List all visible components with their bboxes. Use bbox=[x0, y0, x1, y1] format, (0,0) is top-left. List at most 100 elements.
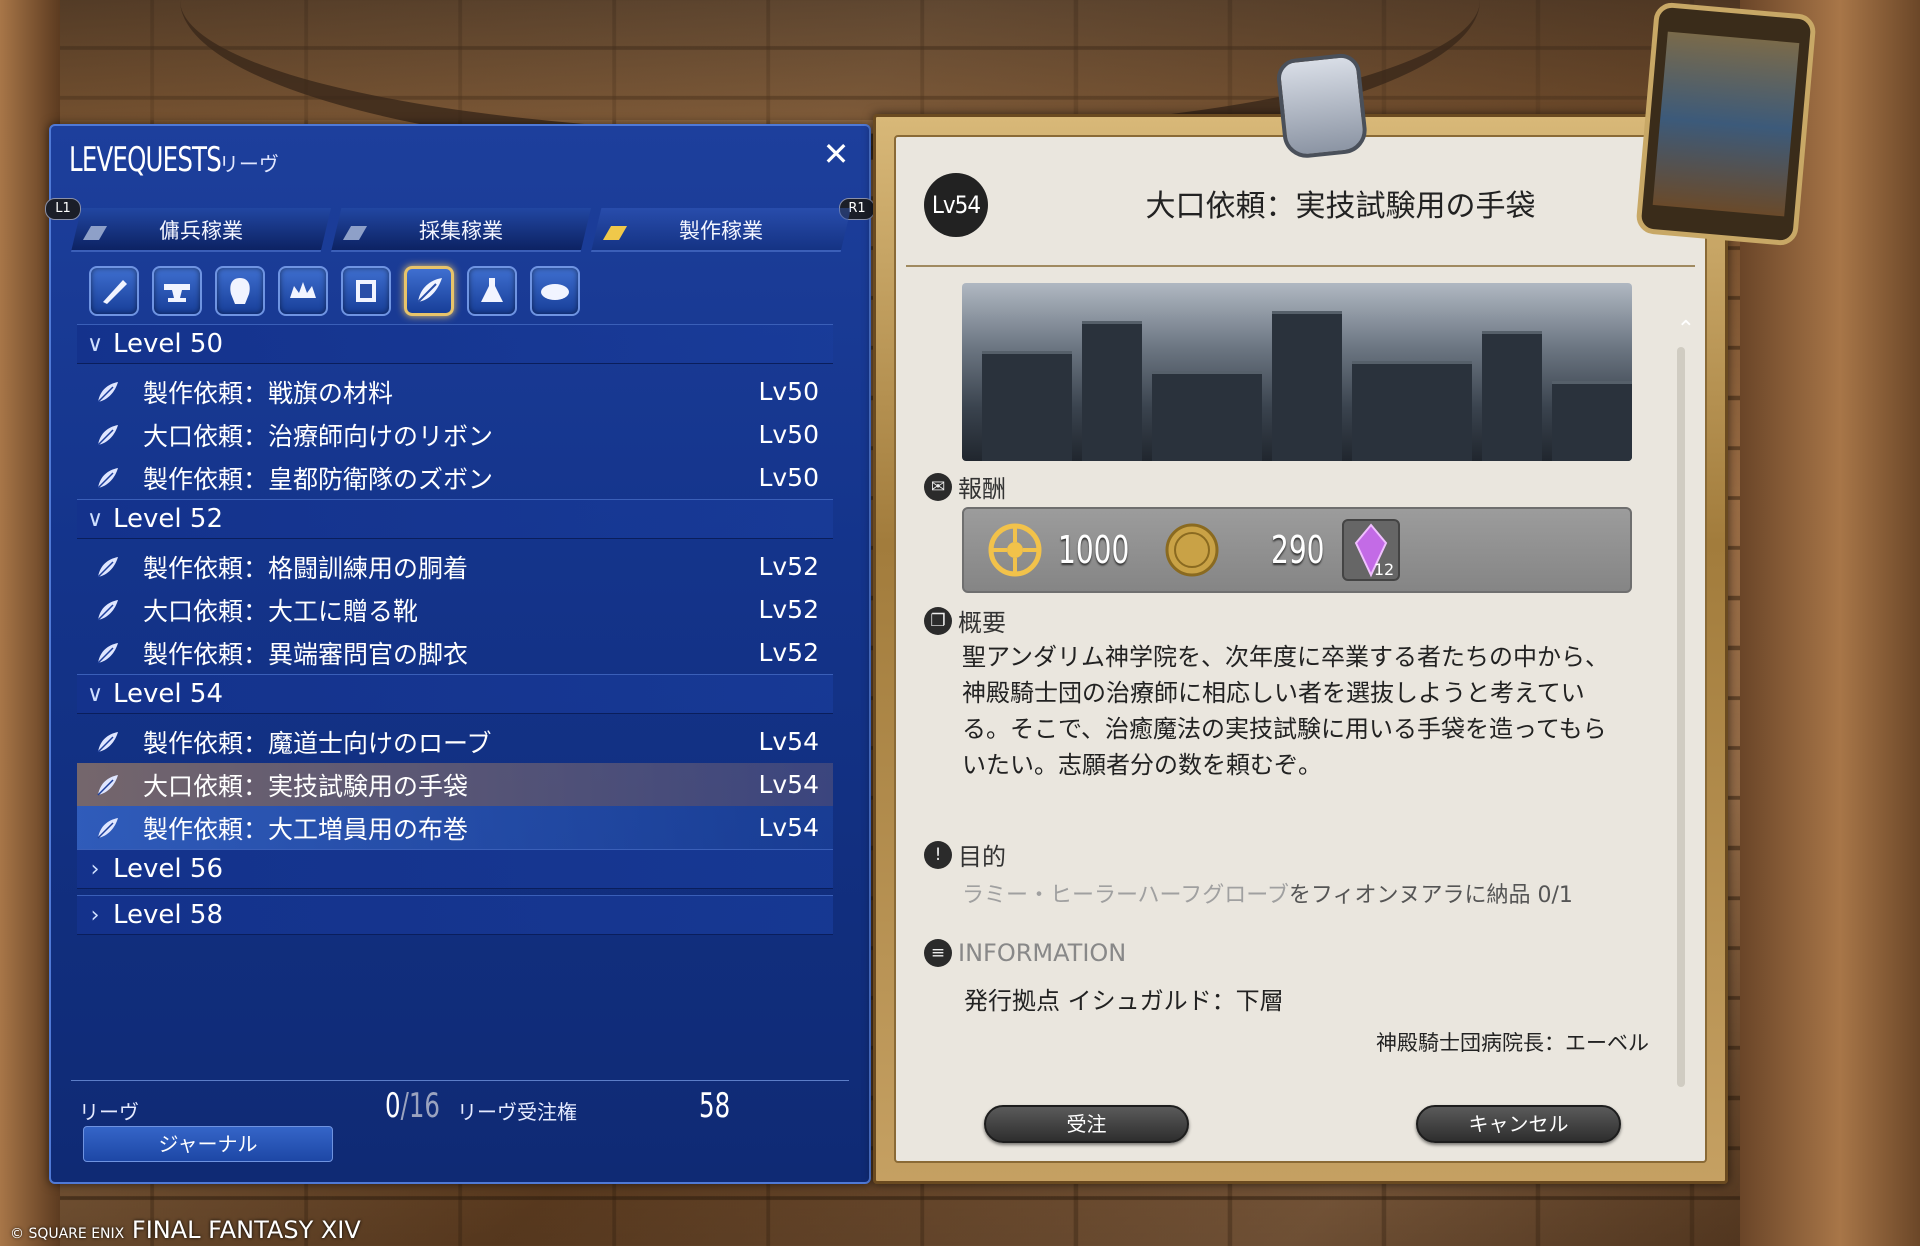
chevron-down-icon: ∨ bbox=[86, 331, 104, 357]
leve-row[interactable]: 製作依頼：皇都防衛隊のズボン Lv50 bbox=[77, 456, 833, 499]
chevron-down-icon: ∨ bbox=[86, 506, 104, 532]
crystal-reward[interactable]: 12 bbox=[1342, 519, 1401, 581]
leve-name: 製作依頼：異端審問官の脚衣 bbox=[143, 639, 469, 669]
leve-name: 製作依頼：格闘訓練用の胴着 bbox=[143, 553, 469, 583]
leve-level: Lv50 bbox=[758, 463, 819, 492]
leve-card-crest-icon bbox=[1275, 51, 1369, 161]
issuing-location: 発行拠点 イシュガルド：下層 bbox=[964, 987, 1284, 1015]
leve-level: Lv54 bbox=[758, 770, 819, 799]
journal-button[interactable]: ジャーナル bbox=[83, 1126, 333, 1162]
leve-location-image bbox=[962, 283, 1632, 461]
culinarian-icon[interactable] bbox=[530, 266, 580, 316]
objective-text: ラミー・ヒーラーハーフグローブをフィオンヌアラに納品 0/1 bbox=[962, 877, 1573, 909]
leve-level: Lv50 bbox=[758, 420, 819, 449]
levequests-window: LEVEQUESTS リーヴ ✕ L1 R1 傭兵稼業 採集稼業 製作稼業 ∨ L… bbox=[45, 124, 875, 1184]
leve-level: Lv52 bbox=[758, 552, 819, 581]
leve-row[interactable]: 大口依頼：治療師向けのリボン Lv50 bbox=[77, 413, 833, 456]
weaver-leve-icon bbox=[97, 381, 118, 403]
weaver-leve-icon bbox=[97, 467, 118, 489]
tab-label: 傭兵稼業 bbox=[159, 219, 243, 243]
scrollbar[interactable] bbox=[1677, 347, 1685, 1087]
reward-header: ✉ 報酬 bbox=[924, 469, 1006, 504]
scroll-up-icon[interactable]: ⌃ bbox=[1677, 317, 1695, 342]
chevron-down-icon: ∨ bbox=[86, 681, 104, 707]
weaver-leve-icon bbox=[97, 731, 118, 753]
tab-marker-icon bbox=[342, 226, 368, 240]
crystal-count: 12 bbox=[1373, 560, 1395, 579]
document-icon: ≡ bbox=[924, 939, 952, 967]
reward-label: 報酬 bbox=[958, 475, 1006, 503]
summary-header: ❐ 概要 bbox=[924, 603, 1006, 638]
cancel-button[interactable]: キャンセル bbox=[1416, 1105, 1621, 1143]
weaver-leve-icon bbox=[97, 642, 118, 664]
copyright: © SQUARE ENIX bbox=[10, 1226, 125, 1242]
leve-client: 神殿騎士団病院長：エーベル bbox=[1376, 1031, 1649, 1055]
level-group-header[interactable]: ∨ Level 50 bbox=[77, 324, 833, 364]
reward-panel: 1000 290 12 bbox=[962, 507, 1632, 593]
leve-name: 製作依頼：戦旗の材料 bbox=[143, 378, 394, 408]
leve-label: リーヴ bbox=[79, 1100, 139, 1124]
leve-row[interactable]: 大口依頼：実技試験用の手袋 Lv54 bbox=[77, 763, 833, 806]
leatherworker-icon[interactable] bbox=[341, 266, 391, 316]
alchemist-icon[interactable] bbox=[467, 266, 517, 316]
level-group-label: Level 54 bbox=[113, 679, 223, 709]
level-group-header[interactable]: ∨ Level 54 bbox=[77, 674, 833, 714]
leve-name: 製作依頼：魔道士向けのローブ bbox=[143, 728, 492, 758]
level-group-label: Level 50 bbox=[113, 329, 223, 359]
tab-label: 製作稼業 bbox=[679, 219, 763, 243]
level-badge: Lv54 bbox=[924, 173, 988, 237]
close-icon[interactable]: ✕ bbox=[821, 138, 851, 170]
exclamation-icon: ! bbox=[924, 840, 952, 869]
level-group-label: Level 58 bbox=[113, 900, 223, 930]
tab-gathering[interactable]: 採集稼業 bbox=[331, 208, 591, 252]
leve-list: ∨ Level 50 製作依頼：戦旗の材料 Lv50 大口依頼：治療師向けのリボン Lv5… bbox=[77, 324, 833, 941]
level-group-header[interactable]: ∨ Level 52 bbox=[77, 499, 833, 539]
tab-battle[interactable]: 傭兵稼業 bbox=[71, 208, 331, 252]
leve-name: 大口依頼：大工に贈る靴 bbox=[143, 596, 419, 626]
leve-row[interactable]: 製作依頼：魔道士向けのローブ Lv54 bbox=[77, 720, 833, 763]
information-label: INFORMATION bbox=[958, 939, 1127, 967]
guild-card-portrait bbox=[1635, 1, 1817, 247]
window-title: LEVEQUESTS リーヴ bbox=[69, 140, 279, 180]
level-group-header[interactable]: › Level 58 bbox=[77, 895, 833, 935]
weaver-icon[interactable] bbox=[404, 266, 454, 316]
carpenter-icon[interactable] bbox=[89, 266, 139, 316]
leve-count-value: 0 bbox=[385, 1086, 401, 1126]
chevron-right-icon: › bbox=[90, 902, 100, 928]
title-divider bbox=[906, 265, 1695, 267]
weaver-leve-icon bbox=[97, 599, 118, 621]
blacksmith-icon[interactable] bbox=[152, 266, 202, 316]
category-tabs: 傭兵稼業 採集稼業 製作稼業 bbox=[71, 208, 851, 252]
leve-level: Lv54 bbox=[758, 727, 819, 756]
allowance-label: リーヴ受注権 bbox=[457, 1100, 577, 1124]
leve-name: 製作依頼：皇都防衛隊のズボン bbox=[143, 464, 494, 494]
leve-row[interactable]: 製作依頼：大工増員用の布巻 Lv54 bbox=[77, 806, 833, 849]
accept-button[interactable]: 受注 bbox=[984, 1105, 1189, 1143]
craft-class-filter bbox=[89, 266, 580, 316]
leve-row[interactable]: 製作依頼：格闘訓練用の胴着 Lv52 bbox=[77, 545, 833, 588]
tab-crafting[interactable]: 製作稼業 bbox=[591, 208, 851, 252]
level-group-header[interactable]: › Level 56 bbox=[77, 849, 833, 889]
window-subtitle: リーヴ bbox=[218, 152, 279, 176]
leve-count: 0/16 bbox=[385, 1086, 440, 1126]
tab-marker-icon bbox=[602, 226, 628, 240]
level-group-label: Level 52 bbox=[113, 504, 223, 534]
leve-level: Lv52 bbox=[758, 595, 819, 624]
weaver-leve-icon bbox=[97, 817, 118, 839]
objective-item[interactable]: ラミー・ヒーラーハーフグローブ bbox=[962, 883, 1289, 908]
tab-marker-icon bbox=[82, 226, 108, 240]
leve-row[interactable]: 製作依頼：異端審問官の脚衣 Lv52 bbox=[77, 631, 833, 674]
leve-row[interactable]: 大口依頼：大工に贈る靴 Lv52 bbox=[77, 588, 833, 631]
leve-row[interactable]: 製作依頼：戦旗の材料 Lv50 bbox=[77, 370, 833, 413]
exp-icon bbox=[988, 523, 1042, 577]
summary-label: 概要 bbox=[958, 609, 1006, 637]
leve-summary: 聖アンダリム神学院を、次年度に卒業する者たちの中から、神殿騎士団の治療師に相応し… bbox=[962, 643, 1610, 779]
window-title-text: LEVEQUESTS bbox=[69, 140, 222, 180]
book-icon: ❐ bbox=[924, 606, 952, 635]
objective-rest: をフィオンヌアラに納品 0/1 bbox=[1288, 883, 1573, 908]
armorer-icon[interactable] bbox=[215, 266, 265, 316]
weaver-leve-icon bbox=[97, 774, 118, 796]
footer-divider bbox=[71, 1080, 849, 1081]
game-title: FINAL FANTASY XIV bbox=[131, 1216, 361, 1244]
goldsmith-icon[interactable] bbox=[278, 266, 328, 316]
